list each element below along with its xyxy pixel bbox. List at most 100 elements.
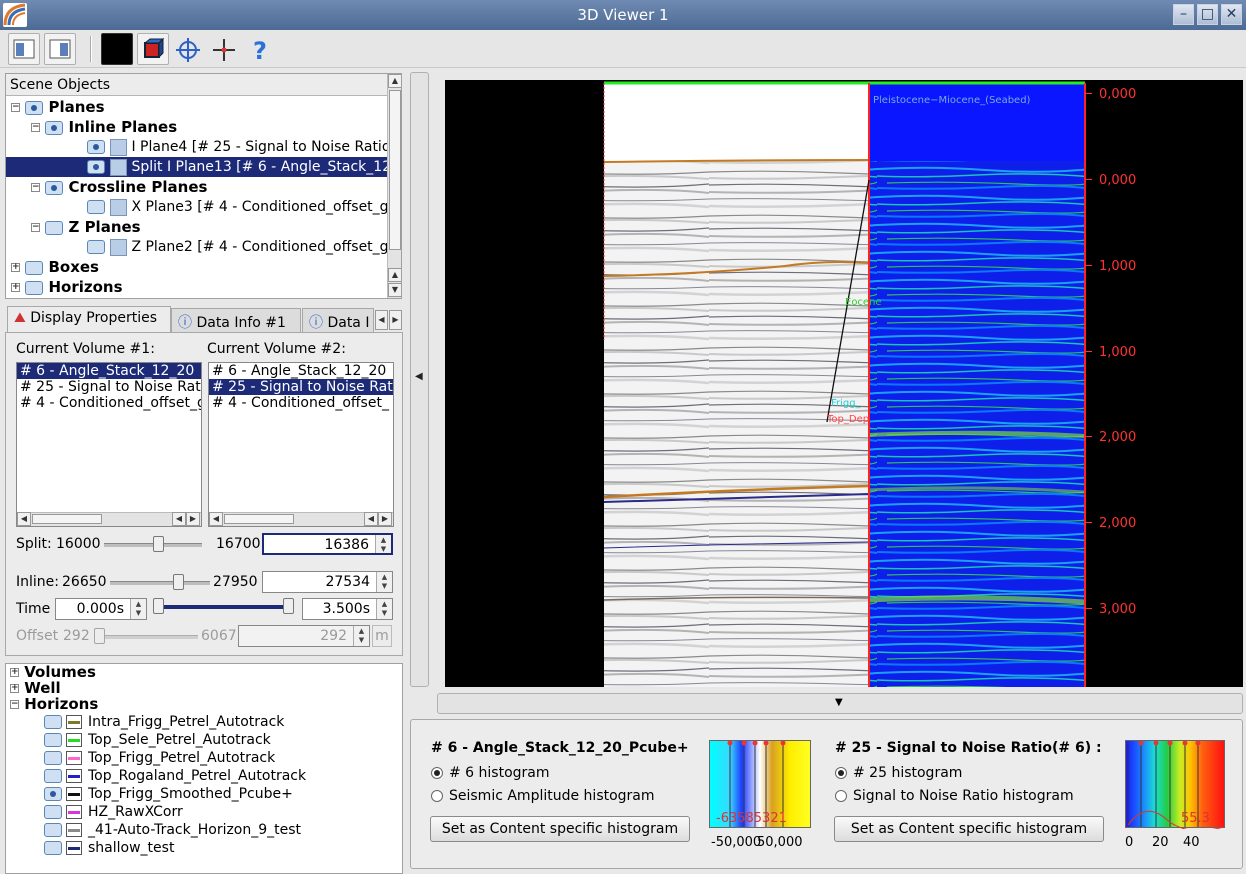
side-collapse-bar[interactable]: ◀ <box>410 72 429 687</box>
scene-tree-item[interactable]: I Plane4 [# 25 - Signal to Noise Ratio(# <box>6 137 401 157</box>
scene-tree-item[interactable]: − Inline Planes <box>6 117 387 137</box>
histogram-1-option-2[interactable]: Seismic Amplitude histogram <box>431 788 655 804</box>
scene-tree-item[interactable]: − Crossline Planes <box>6 177 387 197</box>
radio-checked-icon[interactable] <box>431 767 443 779</box>
volume-list-item[interactable]: # 6 - Angle_Stack_12_20 <box>17 363 201 379</box>
object-tree-group[interactable]: − Horizons <box>10 696 98 712</box>
background-color-icon[interactable] <box>101 33 133 65</box>
histogram-2-option-2[interactable]: Signal to Noise Ratio histogram <box>835 788 1074 804</box>
visibility-eye-icon[interactable] <box>44 733 62 747</box>
help-icon[interactable]: ? <box>243 33 275 65</box>
inline-spinbox[interactable]: 27534 ▲ ▼ <box>262 571 393 593</box>
seismic-scene[interactable] <box>445 80 1243 687</box>
visibility-eye-icon[interactable] <box>45 180 64 195</box>
set-content-histogram-1-button[interactable]: Set as Content specific histogram <box>430 816 690 842</box>
expand-icon[interactable]: + <box>11 283 20 292</box>
expand-icon[interactable]: + <box>10 668 19 677</box>
3d-viewport[interactable]: Pleistocene−Miocene_(Seabed) Eocene Frig… <box>445 80 1243 687</box>
radio-unchecked-icon[interactable] <box>431 790 443 802</box>
spin-arrows-icon[interactable]: ▲ ▼ <box>130 599 146 619</box>
visibility-eye-icon[interactable] <box>25 100 44 115</box>
collapse-icon[interactable]: − <box>31 183 40 192</box>
spin-arrows-icon[interactable]: ▲ ▼ <box>375 535 391 553</box>
histogram-2-option-1[interactable]: # 25 histogram <box>835 765 962 781</box>
split-slider-handle[interactable] <box>152 536 164 552</box>
horizon-item[interactable]: Intra_Frigg_Petrel_Autotrack <box>44 713 284 731</box>
scroll-down-icon[interactable]: ▼ <box>388 283 401 297</box>
horizon-item[interactable]: Top_Frigg_Petrel_Autotrack <box>44 749 275 767</box>
scroll-left-icon[interactable]: ◀ <box>364 512 378 526</box>
offset-slider-handle[interactable] <box>94 628 105 644</box>
crosshair-icon[interactable] <box>171 33 203 65</box>
inline-slider[interactable] <box>110 574 210 590</box>
scene-tree-item[interactable]: + Boxes <box>6 257 387 277</box>
histogram-2-colorbar[interactable]: 55.3 <box>1125 740 1225 829</box>
collapse-icon[interactable]: − <box>11 103 20 112</box>
volume-1-hscroll[interactable]: ◀ ◀ ▶ <box>17 512 201 526</box>
volume-list-item[interactable]: # 4 - Conditioned_offset_g <box>17 395 201 411</box>
collapse-icon[interactable]: − <box>31 223 40 232</box>
histogram-1-colorbar[interactable]: -63585321 <box>709 740 811 828</box>
horizon-item[interactable]: _41-Auto-Track_Horizon_9_test <box>44 821 301 839</box>
move-cross-icon[interactable] <box>207 33 239 65</box>
histogram-1-option-1[interactable]: # 6 histogram <box>431 765 550 781</box>
time-end-handle[interactable] <box>283 598 294 614</box>
radio-unchecked-icon[interactable] <box>835 790 847 802</box>
visibility-eye-icon[interactable] <box>87 240 105 254</box>
time-range-slider[interactable] <box>153 598 294 614</box>
scroll-thumb[interactable] <box>224 514 294 524</box>
scroll-thumb[interactable] <box>389 90 401 250</box>
bottom-collapse-bar[interactable]: ▼ <box>437 693 1243 714</box>
visibility-eye-icon[interactable] <box>87 140 105 154</box>
horizon-item[interactable]: HZ_RawXCorr <box>44 803 183 821</box>
horizon-item[interactable]: shallow_test <box>44 839 174 857</box>
scene-tree-item[interactable]: − Planes <box>6 97 387 117</box>
scene-tree-item[interactable]: X Plane3 [# 4 - Conditioned_offset_gath <box>6 197 401 217</box>
object-tree-group[interactable]: + Well <box>10 680 61 696</box>
collapse-down-icon[interactable]: ▼ <box>835 697 843 708</box>
time-start-handle[interactable] <box>153 598 164 614</box>
scroll-right-icon[interactable]: ▶ <box>378 512 392 526</box>
horizon-item[interactable]: Top_Rogaland_Petrel_Autotrack <box>44 767 306 785</box>
tab-scroll-right-icon[interactable]: ▶ <box>389 310 402 330</box>
set-content-histogram-2-button[interactable]: Set as Content specific histogram <box>834 816 1104 842</box>
maximize-button[interactable]: □ <box>1197 4 1218 25</box>
volume-list-item[interactable]: # 25 - Signal to Noise Rati <box>209 379 393 395</box>
tab-scroll-left-icon[interactable]: ◀ <box>375 310 388 330</box>
visibility-eye-icon[interactable] <box>44 823 62 837</box>
spin-arrows-icon[interactable]: ▲ ▼ <box>376 572 392 592</box>
scroll-left-icon[interactable]: ◀ <box>17 512 31 526</box>
offset-spinbox[interactable]: 292 ▲ ▼ <box>238 625 370 647</box>
tab-data-info-2[interactable]: ⓘ Data I <box>302 308 374 332</box>
scroll-up-icon[interactable]: ▲ <box>388 268 401 282</box>
scroll-right-icon[interactable]: ▶ <box>186 512 200 526</box>
tab-display-properties[interactable]: ⛰ Display Properties <box>7 306 171 332</box>
close-button[interactable]: ✕ <box>1221 4 1242 25</box>
offset-slider[interactable] <box>94 628 198 644</box>
scene-tree-item[interactable]: − Z Planes <box>6 217 387 237</box>
collapse-left-icon[interactable]: ◀ <box>415 371 423 382</box>
scene-tree-item[interactable]: Z Plane2 [# 4 - Conditioned_offset_gath <box>6 237 401 257</box>
visibility-eye-icon[interactable] <box>44 841 62 855</box>
scene-tree-item[interactable]: + Horizons <box>6 277 387 297</box>
scroll-left-icon[interactable]: ◀ <box>209 512 223 526</box>
visibility-eye-icon[interactable] <box>45 220 64 235</box>
scroll-thumb[interactable] <box>32 514 102 524</box>
visibility-eye-icon[interactable] <box>45 120 64 135</box>
visibility-eye-icon[interactable] <box>44 787 62 801</box>
scroll-up-icon[interactable]: ▲ <box>388 74 401 88</box>
radio-checked-icon[interactable] <box>835 767 847 779</box>
collapse-icon[interactable]: − <box>31 123 40 132</box>
volume-2-list[interactable]: # 6 - Angle_Stack_12_20 # 25 - Signal to … <box>208 362 394 527</box>
view-left-icon[interactable] <box>8 33 40 65</box>
visibility-eye-icon[interactable] <box>87 200 105 214</box>
volume-1-list[interactable]: # 6 - Angle_Stack_12_20 # 25 - Signal to … <box>16 362 202 527</box>
visibility-eye-icon[interactable] <box>44 769 62 783</box>
spin-arrows-icon[interactable]: ▲ ▼ <box>353 626 369 646</box>
minimize-button[interactable]: – <box>1173 4 1194 25</box>
horizon-item[interactable]: Top_Frigg_Smoothed_Pcube+ <box>44 785 293 803</box>
split-slider[interactable] <box>104 536 202 552</box>
spin-arrows-icon[interactable]: ▲ ▼ <box>376 599 392 619</box>
scene-scrollbar[interactable]: ▲ ▲ ▼ <box>387 74 401 298</box>
inline-slider-handle[interactable] <box>173 574 184 590</box>
